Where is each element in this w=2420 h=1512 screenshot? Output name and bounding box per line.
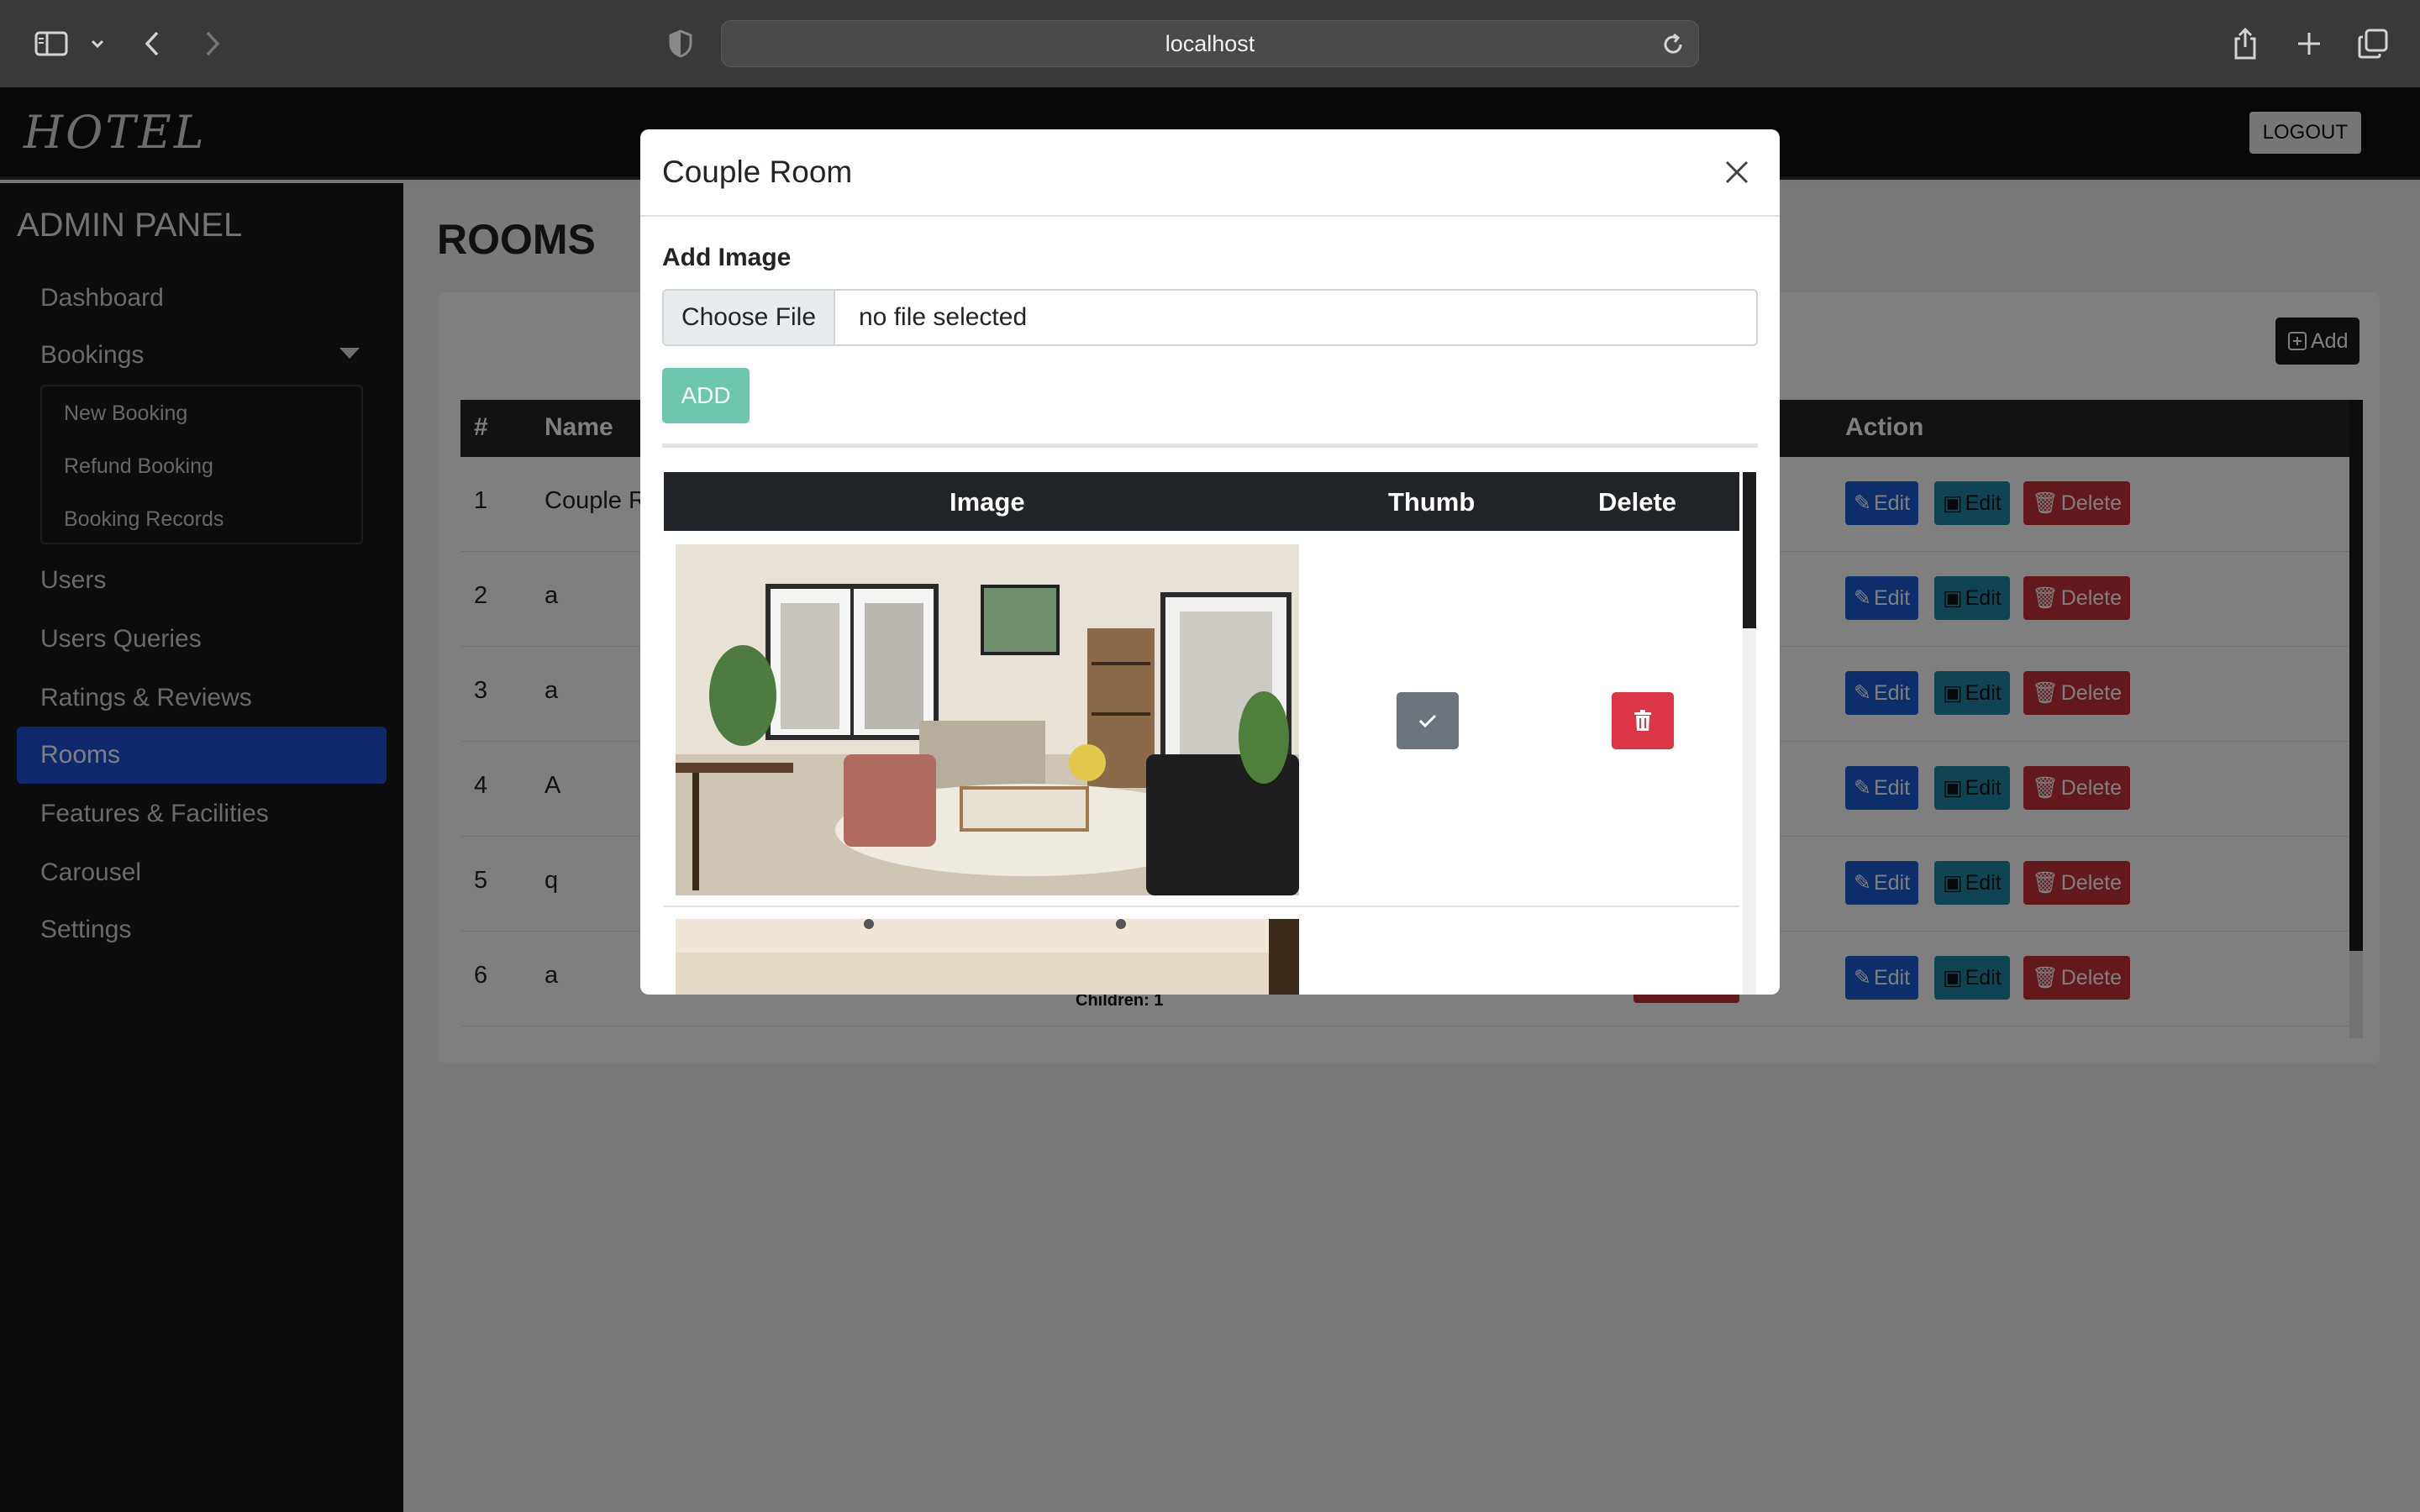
- close-button[interactable]: [1718, 153, 1756, 192]
- modal-title: Couple Room: [662, 155, 853, 189]
- chevron-down-icon[interactable]: [87, 25, 108, 62]
- modal-divider: [662, 444, 1758, 448]
- sidebar-toggle-icon[interactable]: [32, 25, 71, 62]
- room-photo-bedroom: [676, 919, 1299, 995]
- image-row: [664, 531, 1739, 907]
- modal-scrollbar-thumb[interactable]: [1743, 472, 1756, 628]
- modal-scrollbar[interactable]: [1743, 472, 1756, 995]
- back-arrow-icon[interactable]: [139, 25, 165, 62]
- images-table: Image Thumb Delete: [664, 472, 1756, 995]
- delete-image-button[interactable]: [1612, 692, 1674, 749]
- room-images-modal: Couple Room Add Image Choose File no fil…: [640, 129, 1780, 995]
- browser-toolbar: localhost: [0, 0, 2420, 87]
- url-text: localhost: [1165, 30, 1255, 56]
- col-thumb: Thumb: [1388, 487, 1476, 517]
- new-tab-plus-icon[interactable]: [2294, 25, 2324, 62]
- add-image-button[interactable]: ADD: [662, 368, 750, 423]
- images-table-header: Image Thumb Delete: [664, 472, 1739, 531]
- address-bar[interactable]: localhost: [721, 20, 1699, 67]
- col-image: Image: [950, 487, 1025, 517]
- modal-header: Couple Room: [640, 129, 1780, 217]
- image-row: [664, 907, 1739, 995]
- choose-file-button[interactable]: Choose File: [664, 291, 835, 344]
- privacy-shield-icon[interactable]: [666, 25, 696, 62]
- set-thumbnail-button[interactable]: [1397, 692, 1459, 749]
- check-icon: [1418, 714, 1437, 728]
- trash-icon: [1634, 710, 1651, 731]
- tab-overview-icon[interactable]: [2356, 25, 2390, 62]
- col-delete: Delete: [1598, 487, 1677, 517]
- close-icon: [1725, 160, 1749, 184]
- add-image-label: Add Image: [662, 244, 792, 271]
- forward-arrow-icon[interactable]: [200, 25, 225, 62]
- image-file-input[interactable]: Choose File no file selected: [662, 289, 1758, 346]
- share-icon[interactable]: [2230, 25, 2260, 62]
- file-status-text: no file selected: [859, 303, 1028, 331]
- room-photo-living-room: [676, 544, 1299, 895]
- reload-icon[interactable]: [1661, 32, 1685, 60]
